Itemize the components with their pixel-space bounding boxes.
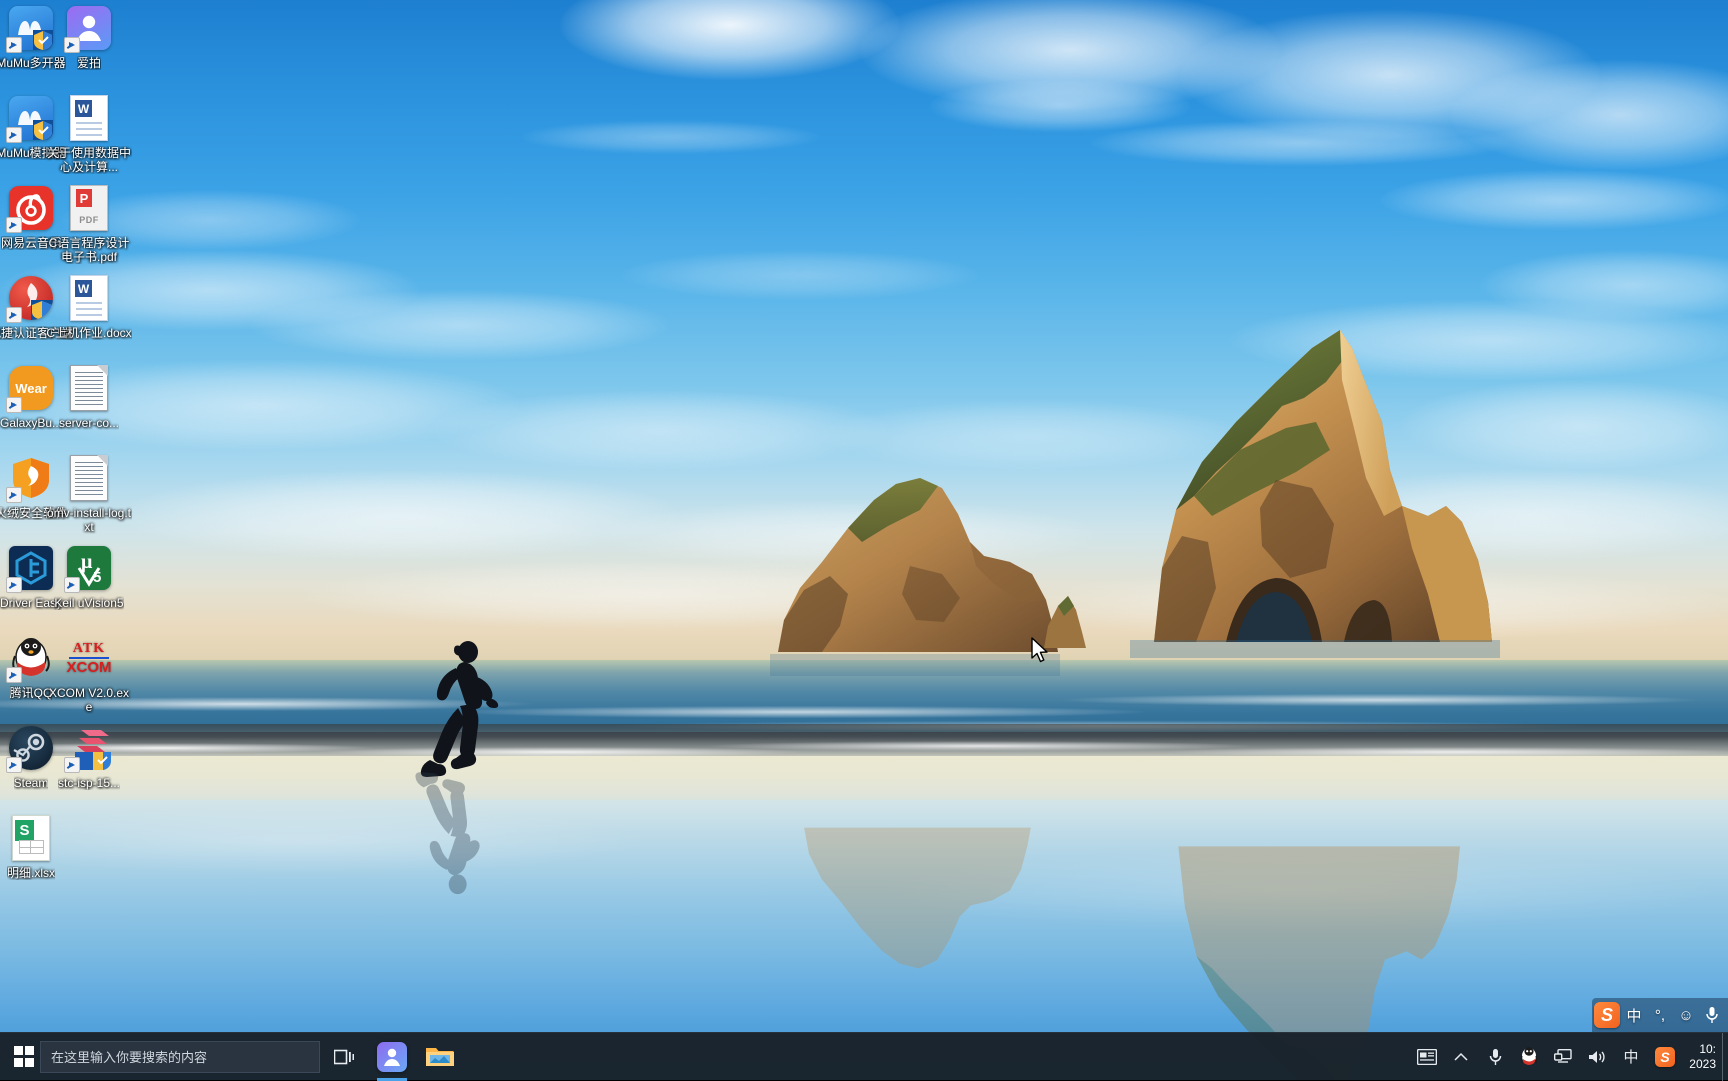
file-explorer-icon <box>425 1044 455 1070</box>
ime-mode-icon[interactable]: 中 <box>1614 1033 1648 1081</box>
clock[interactable]: 10: 2023 <box>1682 1033 1722 1081</box>
voice-input-icon[interactable] <box>1700 1000 1724 1030</box>
desktop-icon-glyph: PPDF <box>65 184 113 232</box>
desktop-icon[interactable]: W C上机作业.docx <box>46 274 132 340</box>
shortcut-arrow-icon <box>64 577 80 593</box>
punctuation-icon[interactable]: °, <box>1648 1000 1672 1030</box>
shortcut-arrow-icon <box>64 757 80 773</box>
desktop-icon-label: 关于使用数据中心及计算... <box>46 146 132 174</box>
clock-time: 10: <box>1686 1042 1716 1057</box>
desktop-icon-label: server-co... <box>59 416 119 430</box>
desktop-icon-glyph <box>65 4 113 52</box>
desktop-icon-glyph: S <box>7 814 55 862</box>
desktop-icon-label: C语言程序设计电子书.pdf <box>46 236 132 264</box>
desktop-icon-label: 明细.xlsx <box>7 866 55 880</box>
taskbar-app-file-explorer[interactable] <box>416 1033 464 1081</box>
taskbar-app-aipai[interactable] <box>368 1033 416 1081</box>
taskbar[interactable]: 在这里输入你要搜索的内容 <box>0 1032 1728 1080</box>
aipai-icon <box>377 1042 407 1072</box>
sogou-logo-icon[interactable]: S <box>1594 1002 1620 1028</box>
word-document-icon: W <box>70 95 108 141</box>
desktop-icon[interactable]: W 关于使用数据中心及计算... <box>46 94 132 174</box>
desktop-icon-grid[interactable]: MuMu多开器爱拍MuMu模拟器W关于使用数据中心及计算...网易云音乐PPDF… <box>0 0 160 1000</box>
text-document-icon <box>70 365 108 411</box>
volume-icon[interactable] <box>1580 1033 1614 1081</box>
shortcut-arrow-icon <box>6 307 22 323</box>
shortcut-arrow-icon <box>6 487 22 503</box>
emoji-icon[interactable]: ☺ <box>1674 1000 1698 1030</box>
wallpaper-rock-right <box>1090 310 1510 670</box>
desktop-icon-glyph: W <box>65 94 113 142</box>
show-hidden-icons-chevron[interactable] <box>1444 1033 1478 1081</box>
desktop-icon[interactable]: PPDF C语言程序设计电子书.pdf <box>46 184 132 264</box>
shortcut-arrow-icon <box>6 757 22 773</box>
svg-text:μ: μ <box>81 551 93 573</box>
desktop-icon[interactable]: omv-install-log.txt <box>46 454 132 534</box>
shortcut-arrow-icon <box>6 217 22 233</box>
shortcut-arrow-icon <box>6 37 22 53</box>
desktop-icon[interactable]: μ5 Keil uVision5 <box>46 544 132 610</box>
word-document-icon: W <box>70 275 108 321</box>
desktop-icon-glyph: μ5 <box>65 544 113 592</box>
desktop-icon-label: stc-isp-15... <box>58 776 120 790</box>
news-and-interests-icon[interactable] <box>1410 1033 1444 1081</box>
shortcut-arrow-icon <box>64 37 80 53</box>
desktop-icon-label: C上机作业.docx <box>46 326 131 340</box>
search-placeholder: 在这里输入你要搜索的内容 <box>51 1047 207 1066</box>
desktop-icon-glyph <box>65 454 113 502</box>
xcom-icon: ATKXCOM <box>65 635 113 681</box>
chinese-mode-icon[interactable]: 中 <box>1622 1000 1646 1030</box>
wallpaper-rock-small <box>1040 590 1088 650</box>
search-input[interactable]: 在这里输入你要搜索的内容 <box>40 1041 320 1073</box>
desktop-icon-label: Keil uVision5 <box>54 596 123 610</box>
desktop-icon-glyph <box>65 724 113 772</box>
windows-logo-icon <box>14 1046 35 1067</box>
task-view-icon <box>334 1048 354 1066</box>
desktop-icon[interactable]: S 明细.xlsx <box>0 814 74 880</box>
desktop-icon[interactable]: 爱拍 <box>46 4 132 70</box>
desktop-icon-glyph: W <box>65 274 113 322</box>
sogou-s-glyph: S <box>1655 1047 1675 1067</box>
desktop-background[interactable]: MuMu多开器爱拍MuMu模拟器W关于使用数据中心及计算...网易云音乐PPDF… <box>0 0 1728 1080</box>
wallpaper-rock-left <box>770 470 1060 680</box>
desktop-icon[interactable]: server-co... <box>46 364 132 430</box>
desktop-icon[interactable]: ATKXCOM XCOM V2.0.exe <box>46 634 132 714</box>
sogou-tray-icon[interactable]: S <box>1648 1033 1682 1081</box>
shortcut-arrow-icon <box>6 127 22 143</box>
text-document-icon <box>70 455 108 501</box>
wallpaper-runner-reflection <box>400 760 510 895</box>
microphone-icon[interactable] <box>1478 1033 1512 1081</box>
shortcut-arrow-icon <box>6 397 22 413</box>
desktop-icon-label: XCOM V2.0.exe <box>46 686 132 714</box>
desktop-icon-label: omv-install-log.txt <box>46 506 132 534</box>
network-icon[interactable] <box>1546 1033 1580 1081</box>
clock-date: 2023 <box>1686 1057 1716 1072</box>
wallpaper-rock-left-reflection <box>770 800 1060 975</box>
pdf-document-icon: PPDF <box>70 185 108 231</box>
excel-document-icon: S <box>12 815 50 861</box>
sogou-ime-floating-bar[interactable]: S 中 °, ☺ <box>1592 998 1728 1032</box>
desktop-icon[interactable]: stc-isp-15... <box>46 724 132 790</box>
qq-tray-icon[interactable] <box>1512 1033 1546 1081</box>
shortcut-arrow-icon <box>6 577 22 593</box>
task-view-button[interactable] <box>320 1033 368 1081</box>
system-tray[interactable]: 中 S 10: 2023 <box>1410 1033 1728 1081</box>
desktop-icon-glyph: ATKXCOM <box>65 634 113 682</box>
desktop-icon-label: 爱拍 <box>77 56 101 70</box>
svg-text:5: 5 <box>93 569 101 586</box>
desktop-icon-glyph <box>65 364 113 412</box>
desktop-icon-label: Steam <box>14 776 49 790</box>
show-desktop-button[interactable] <box>1722 1033 1728 1081</box>
shortcut-arrow-icon <box>6 667 22 683</box>
